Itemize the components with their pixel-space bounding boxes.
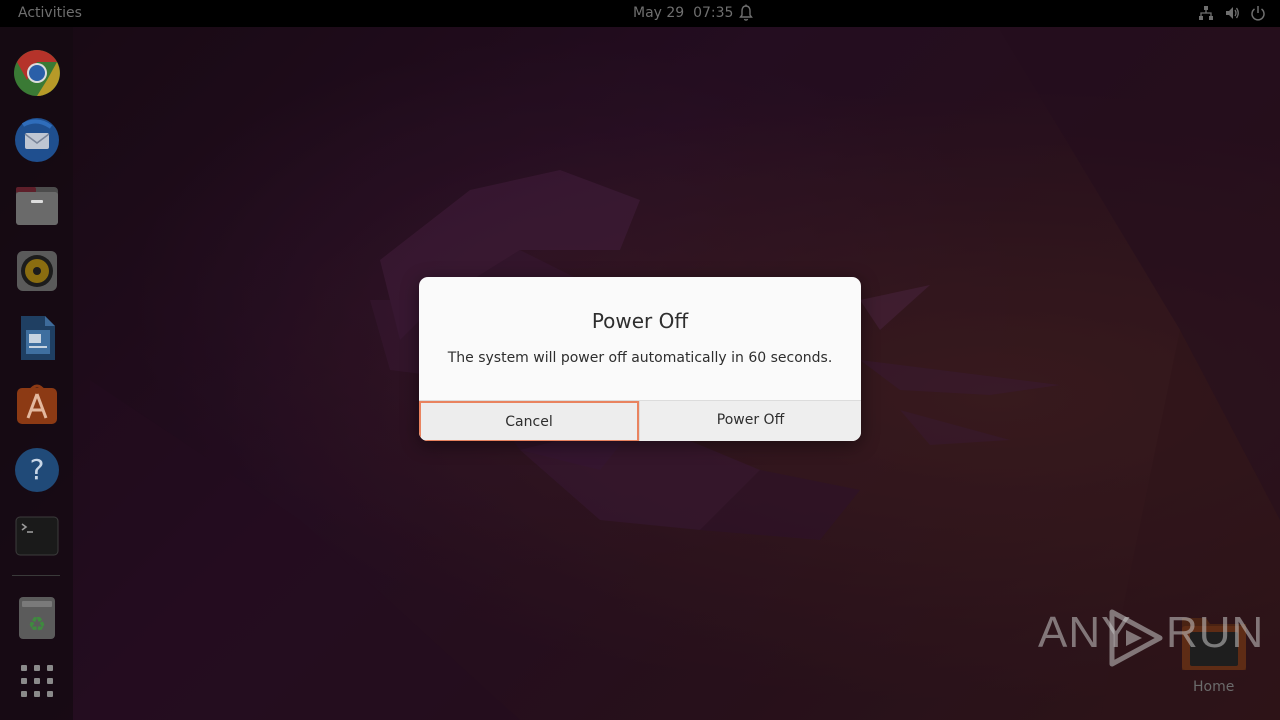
watermark-text-right: RUN	[1166, 608, 1265, 657]
network-icon	[1198, 5, 1214, 25]
svg-text:♻: ♻	[28, 612, 46, 636]
home-folder-label[interactable]: Home	[1193, 679, 1234, 695]
activities-button[interactable]: Activities	[18, 5, 82, 21]
power-off-button[interactable]: Power Off	[639, 401, 861, 441]
trash-icon[interactable]: ♻	[13, 593, 61, 641]
clock[interactable]: May 29 07:35	[633, 5, 733, 21]
thunderbird-icon[interactable]	[13, 115, 61, 163]
chrome-icon[interactable]	[13, 49, 61, 97]
volume-icon	[1224, 5, 1240, 25]
dialog-title: Power Off	[591, 309, 689, 333]
writer-icon[interactable]	[13, 314, 61, 362]
power-off-dialog: Power Off The system will power off auto…	[419, 277, 861, 441]
help-icon[interactable]: ?	[13, 446, 61, 494]
files-icon[interactable]	[13, 181, 61, 229]
software-center-icon[interactable]	[13, 380, 61, 428]
terminal-icon[interactable]	[13, 512, 61, 560]
bell-icon[interactable]	[738, 4, 754, 26]
dialog-button-row: Cancel Power Off	[419, 400, 861, 441]
top-bar: Activities May 29 07:35	[0, 0, 1280, 27]
dock-separator	[12, 575, 60, 576]
dock: ? ♻	[0, 27, 73, 720]
play-logo-icon	[1109, 609, 1163, 667]
svg-text:?: ?	[30, 453, 45, 486]
system-tray[interactable]	[1198, 5, 1266, 25]
dialog-message: The system will power off automatically …	[447, 350, 833, 366]
show-apps-icon[interactable]	[13, 657, 61, 705]
power-icon	[1250, 5, 1266, 25]
cancel-button[interactable]: Cancel	[419, 401, 639, 441]
rhythmbox-icon[interactable]	[13, 247, 61, 295]
